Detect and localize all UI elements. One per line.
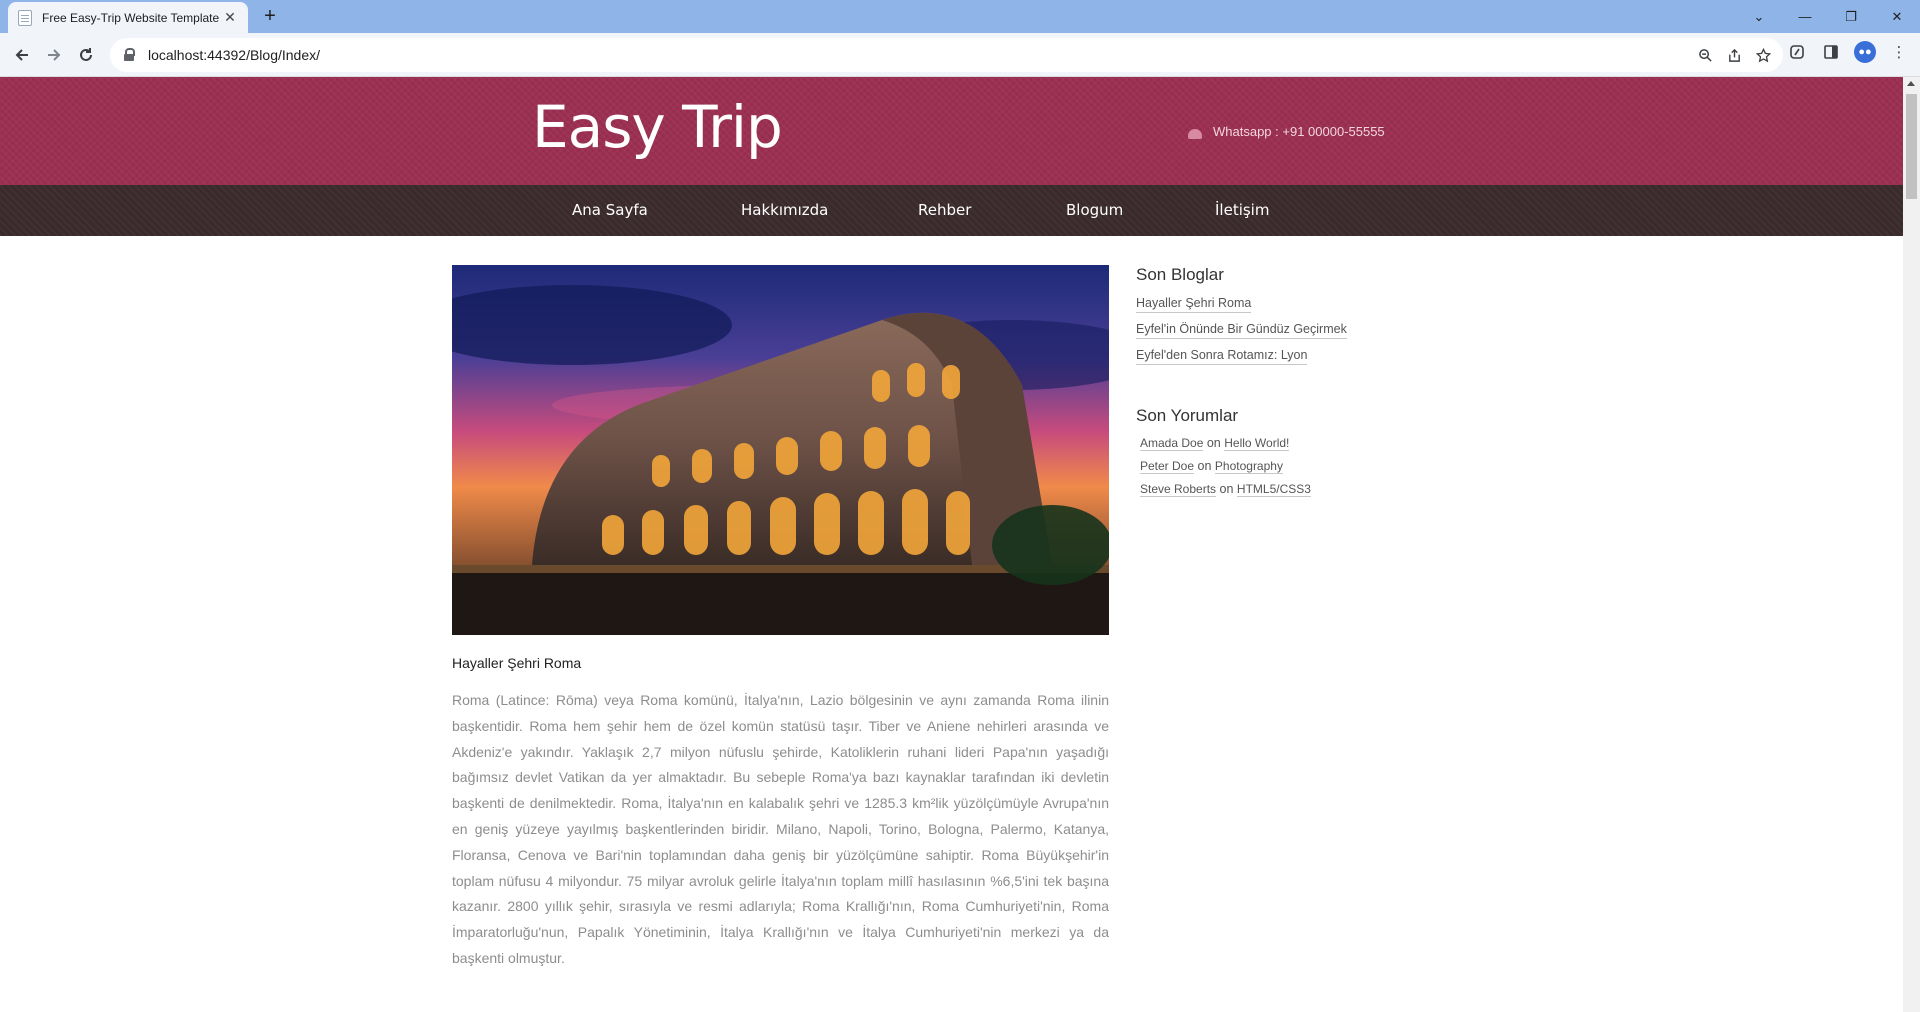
comment-item: Peter Doe on Photography <box>1136 458 1436 475</box>
comment-author-link[interactable]: Steve Roberts <box>1140 482 1217 497</box>
page-scrollbar[interactable] <box>1903 77 1920 1012</box>
lock-icon[interactable] <box>122 48 136 62</box>
window-controls: ⌄ — ❐ ✕ <box>1736 0 1920 33</box>
minimize-button[interactable]: — <box>1782 0 1828 33</box>
site-header: Easy Trip Whatsapp : +91 00000-55555 <box>0 77 1903 185</box>
bookmark-star-icon[interactable] <box>1756 47 1771 63</box>
comment-post-link[interactable]: HTML5/CSS3 <box>1236 482 1311 497</box>
sidebar: Son Bloglar Hayaller Şehri Roma Eyfel'in… <box>1136 265 1436 504</box>
profile-avatar-icon[interactable]: ●● <box>1854 41 1876 63</box>
comment-post-link[interactable]: Hello World! <box>1224 436 1290 451</box>
browser-tab[interactable]: Free Easy-Trip Website Template ✕ <box>8 2 248 33</box>
recent-comments-section: Son Yorumlar Amada Doe on Hello World! P… <box>1136 406 1436 498</box>
tab-close-icon[interactable]: ✕ <box>222 9 238 26</box>
menu-kebab-icon[interactable]: ⋮ <box>1888 41 1910 63</box>
restore-button[interactable]: ❐ <box>1828 0 1874 33</box>
url-text: localhost:44392/Blog/Index/ <box>148 47 321 63</box>
comment-separator: on <box>1219 482 1234 496</box>
comment-author-link[interactable]: Peter Doe <box>1140 459 1195 474</box>
close-window-button[interactable]: ✕ <box>1874 0 1920 33</box>
recent-comments-heading: Son Yorumlar <box>1136 406 1239 425</box>
nav-item-ana-sayfa[interactable]: Ana Sayfa <box>572 201 648 219</box>
tab-search-dropdown-icon[interactable]: ⌄ <box>1736 0 1782 33</box>
site-logo[interactable]: Easy Trip <box>532 93 783 161</box>
recent-blog-link[interactable]: Hayaller Şehri Roma <box>1136 295 1252 313</box>
share-icon[interactable] <box>1727 48 1742 63</box>
tab-title: Free Easy-Trip Website Template <box>42 10 220 25</box>
nav-item-hakkimizda[interactable]: Hakkımızda <box>741 201 828 219</box>
post-image <box>452 265 1109 635</box>
forward-arrow-icon[interactable] <box>40 41 68 69</box>
extension-icons: ●● ⋮ <box>1786 41 1920 63</box>
comment-item: Amada Doe on Hello World! <box>1136 435 1436 452</box>
scrollbar-thumb[interactable] <box>1906 94 1917 199</box>
zoom-icon[interactable] <box>1698 48 1713 63</box>
browser-tabbar: Free Easy-Trip Website Template ✕ + ⌄ — … <box>0 0 1920 33</box>
post-title[interactable]: Hayaller Şehri Roma <box>452 655 581 671</box>
new-tab-button[interactable]: + <box>258 5 282 29</box>
back-arrow-icon[interactable] <box>8 41 36 69</box>
main-nav: Ana Sayfa Hakkımızda Rehber Blogum İleti… <box>0 185 1903 236</box>
browser-toolbar: localhost:44392/Blog/Index/ ●● ⋮ <box>0 33 1920 77</box>
reload-icon[interactable] <box>72 41 100 69</box>
comment-item: Steve Roberts on HTML5/CSS3 <box>1136 481 1436 498</box>
comment-author-link[interactable]: Amada Doe <box>1140 436 1204 451</box>
recent-blog-link[interactable]: Eyfel'den Sonra Rotamız: Lyon <box>1136 347 1308 365</box>
contact-info: Whatsapp : +91 00000-55555 <box>1188 124 1385 139</box>
nav-item-blogum[interactable]: Blogum <box>1066 201 1123 219</box>
side-panel-icon[interactable] <box>1820 41 1842 63</box>
comment-separator: on <box>1206 436 1221 450</box>
phone-icon <box>1188 128 1202 139</box>
recent-blog-link[interactable]: Eyfel'in Önünde Bir Gündüz Geçirmek <box>1136 321 1347 339</box>
comment-separator: on <box>1197 459 1212 473</box>
page-favicon-icon <box>18 9 32 26</box>
recent-blogs-heading: Son Bloglar <box>1136 265 1224 284</box>
nav-item-rehber[interactable]: Rehber <box>918 201 971 219</box>
contact-text: Whatsapp : +91 00000-55555 <box>1213 124 1385 139</box>
extension-icon[interactable] <box>1786 41 1808 63</box>
page-viewport: Easy Trip Whatsapp : +91 00000-55555 Ana… <box>0 77 1903 1012</box>
recent-blogs-list: Hayaller Şehri Roma Eyfel'in Önünde Bir … <box>1136 294 1436 372</box>
scroll-up-arrow-icon[interactable] <box>1907 81 1915 86</box>
post-body: Roma (Latince: Rōma) veya Roma komünü, İ… <box>452 692 1109 966</box>
comment-post-link[interactable]: Photography <box>1214 459 1283 474</box>
nav-item-iletisim[interactable]: İletişim <box>1215 201 1269 219</box>
address-bar[interactable]: localhost:44392/Blog/Index/ <box>110 38 1783 72</box>
omnibox-actions <box>1698 38 1771 72</box>
